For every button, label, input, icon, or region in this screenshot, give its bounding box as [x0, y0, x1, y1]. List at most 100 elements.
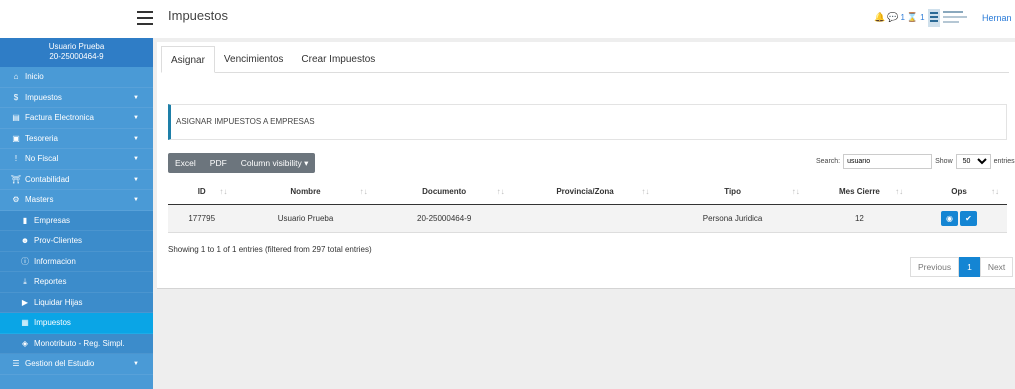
tab-asignar[interactable]: Asignar: [161, 46, 215, 73]
column-header-documento[interactable]: Documento ↑↓: [375, 180, 513, 205]
sidebar: Usuario Prueba 20-25000464-9 ⌂ Inicio $ Im…: [0, 38, 153, 389]
cell-provincia: [512, 204, 658, 233]
column-visibility-label: Column visibility: [240, 158, 302, 168]
column-header-label: ID: [197, 187, 206, 197]
column-header-label: Nombre: [290, 187, 321, 197]
main-content: Asignar Vencimientos Crear Impuestos ASI…: [153, 38, 1015, 389]
tag-icon: ◈: [21, 338, 29, 348]
chevron-down-icon: ▼: [133, 115, 139, 121]
sidebar-subitem-empresas[interactable]: ▮ Empresas: [0, 210, 153, 231]
entries-label: entries: [993, 158, 1015, 165]
money-icon: ▣: [12, 133, 20, 143]
sidebar-item-tesoreria[interactable]: ▣ Tesoreria ▼: [0, 129, 153, 149]
column-header-nombre[interactable]: Nombre ↑↓: [235, 180, 376, 205]
download-icon: ⤓: [23, 277, 27, 286]
sidebar-item-inicio[interactable]: ⌂ Inicio: [0, 67, 153, 88]
sidebar-item-masters[interactable]: ⚙ Masters ▼: [0, 190, 153, 211]
previous-page-button[interactable]: Previous: [910, 257, 960, 277]
table-info: Showing 1 to 1 of 1 entries (filtered fr…: [168, 245, 372, 254]
cell-ops: ◉ ✔: [911, 204, 1007, 233]
pagination: Previous 1 Next: [910, 257, 1014, 277]
building-icon: ▮: [22, 215, 28, 225]
home-icon: ⌂: [13, 72, 19, 81]
entries-select[interactable]: 50: [955, 154, 991, 169]
sort-icon: ↑↓: [991, 187, 999, 196]
gears-icon: ⚙: [12, 195, 20, 204]
page-1-button[interactable]: 1: [959, 257, 980, 277]
sidebar-item-factura-electronica[interactable]: ▤ Factura Electronica ▼: [0, 108, 153, 129]
sort-icon: ↑↓: [895, 187, 904, 196]
hourglass-count: 1: [920, 13, 925, 22]
tab-bar: Asignar Vencimientos Crear Impuestos: [161, 46, 1009, 73]
table-header-row: ID ↑↓ Nombre ↑↓ Documento ↑↓ Provincia/Zona…: [168, 180, 1007, 205]
view-button[interactable]: ◉: [941, 210, 959, 226]
user-menu[interactable]: Hernan: [982, 13, 1012, 23]
pdf-button[interactable]: PDF: [203, 153, 234, 173]
column-header-ops[interactable]: Ops ↑↓: [911, 180, 1007, 205]
sidebar-item-label: Monotributo - Reg. Simpl.: [34, 338, 125, 348]
sidebar-item-label: Empresas: [34, 215, 71, 225]
sidebar-item-impuestos[interactable]: $ Impuestos ▼: [0, 88, 153, 108]
bell-icon[interactable]: 🔔: [874, 12, 885, 23]
sidebar-item-label: Masters: [25, 195, 54, 204]
search-input[interactable]: [843, 154, 933, 169]
sidebar-subitem-monotributo[interactable]: ◈ Monotributo - Reg. Simpl.: [0, 333, 153, 354]
chat-icon[interactable]: 💬: [887, 12, 898, 23]
chevron-down-icon: ▼: [133, 94, 139, 101]
column-header-provincia[interactable]: Provincia/Zona ↑↓: [512, 180, 658, 205]
content-card: Asignar Vencimientos Crear Impuestos ASI…: [157, 42, 1015, 289]
sidebar-user-cuit: 20-25000464-9: [49, 52, 104, 61]
column-header-mes-cierre[interactable]: Mes Cierre ↑↓: [807, 180, 912, 205]
sidebar-item-gestion-del-estudio[interactable]: ☰ Gestion del Estudio ▼: [0, 354, 153, 375]
table-row: 177795 Usuario Prueba 20-25000464-9 Pers…: [168, 204, 1007, 233]
sidebar-item-label: Prov-Clientes: [34, 236, 83, 245]
users-icon: ☻: [20, 236, 30, 245]
sidebar-subitem-liquidar-hijas[interactable]: ▶ Liquidar Hijas: [0, 292, 153, 313]
chevron-down-icon: ▼: [133, 156, 139, 162]
sort-icon: ↑↓: [641, 187, 650, 196]
sidebar-item-label: Inicio: [25, 72, 44, 81]
sidebar-subitem-informacion[interactable]: ⓘ Informacion: [0, 251, 153, 272]
list-icon: ☰: [12, 359, 20, 368]
column-visibility-button[interactable]: Column visibility ▾: [234, 153, 316, 173]
column-header-label: Tipo: [724, 187, 741, 197]
sort-icon: ↑↓: [791, 187, 800, 196]
chevron-down-icon: ▼: [133, 176, 139, 183]
sidebar-item-label: No Fiscal: [25, 154, 59, 163]
tab-vencimientos[interactable]: Vencimientos: [215, 46, 292, 72]
sidebar-item-contabilidad[interactable]: ⛩ Contabilidad ▼: [0, 170, 153, 190]
sort-icon: ↑↓: [359, 187, 368, 196]
column-header-id[interactable]: ID ↑↓: [168, 180, 236, 205]
show-label: Show: [935, 158, 953, 165]
sidebar-item-label: Liquidar Hijas: [34, 297, 83, 307]
chat-count: 1: [900, 13, 905, 22]
sidebar-user-name: Usuario Prueba: [48, 42, 105, 51]
sidebar-item-label: Factura Electronica: [25, 113, 94, 122]
column-header-tipo[interactable]: Tipo ↑↓: [657, 180, 808, 205]
column-header-label: Documento: [422, 187, 467, 197]
column-header-label: Provincia/Zona: [556, 187, 614, 197]
notification-area[interactable]: 🔔 💬 1 ⌛ 1: [874, 12, 925, 23]
sidebar-subitem-prov-clientes[interactable]: ☻ Prov-Clientes: [0, 231, 153, 252]
sidebar-item-no-fiscal[interactable]: ! No Fiscal ▼: [0, 149, 153, 170]
tab-crear-impuestos[interactable]: Crear Impuestos: [292, 46, 384, 72]
sidebar-item-label: Informacion: [34, 256, 76, 266]
sidebar-user-block: Usuario Prueba 20-25000464-9: [0, 38, 153, 67]
sidebar-item-label: Contabilidad: [25, 174, 70, 184]
column-header-label: Ops: [951, 187, 967, 197]
bank-icon: ⛩: [10, 174, 22, 184]
cell-nombre: Usuario Prueba: [235, 204, 376, 233]
sort-icon: ↑↓: [496, 187, 505, 196]
excel-button[interactable]: Excel: [168, 153, 203, 173]
sidebar-subitem-impuestos[interactable]: ▦ Impuestos: [0, 313, 153, 334]
calendar-icon: ▦: [21, 318, 29, 327]
cell-mes-cierre: 12: [807, 204, 912, 233]
page-title: Impuestos: [168, 8, 228, 23]
next-page-button[interactable]: Next: [979, 257, 1014, 277]
sidebar-item-label: Impuestos: [25, 92, 62, 102]
assign-button[interactable]: ✔: [960, 210, 978, 226]
cell-id: 177795: [168, 204, 236, 233]
hourglass-icon[interactable]: ⌛: [907, 12, 918, 23]
sidebar-subitem-reportes[interactable]: ⤓ Reportes: [0, 272, 153, 293]
menu-toggle-icon[interactable]: [137, 11, 153, 25]
